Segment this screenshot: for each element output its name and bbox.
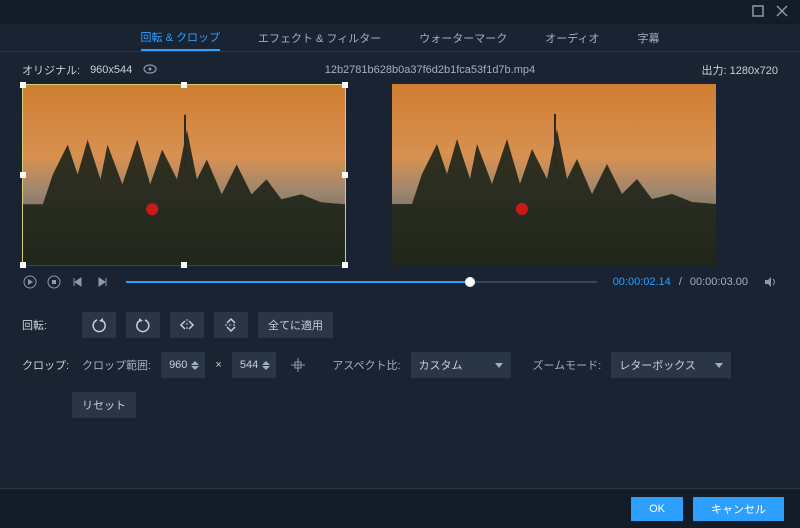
original-size: 960x544 — [90, 64, 132, 76]
close-icon[interactable] — [776, 5, 788, 20]
crop-preview[interactable] — [22, 84, 346, 266]
cancel-button[interactable]: キャンセル — [693, 497, 784, 521]
height-up[interactable] — [262, 361, 270, 365]
aspect-select[interactable]: カスタム — [411, 352, 511, 378]
time-current: 00:00:02.14 — [613, 276, 671, 288]
time-sep: / — [679, 276, 682, 288]
width-up[interactable] — [191, 361, 199, 365]
apply-all-button[interactable]: 全てに適用 — [258, 312, 333, 338]
zoom-value: レターボックス — [619, 357, 696, 373]
filename: 12b2781b628b0a37f6d2b1fca53f1d7b.mp4 — [325, 64, 535, 76]
zoom-label: ズームモード: — [533, 357, 602, 373]
reset-button[interactable]: リセット — [72, 392, 136, 418]
eye-icon[interactable] — [142, 63, 158, 78]
tab-rotate-crop[interactable]: 回転 & クロップ — [141, 24, 220, 51]
crop-sep: × — [215, 359, 221, 371]
output-preview — [392, 84, 716, 266]
crop-height-input[interactable]: 544 — [232, 352, 276, 378]
height-down[interactable] — [262, 366, 270, 370]
rotate-right-button[interactable] — [126, 312, 160, 338]
tab-audio[interactable]: オーディオ — [545, 24, 599, 51]
crop-position-icon[interactable] — [286, 353, 310, 377]
rotate-left-button[interactable] — [82, 312, 116, 338]
output-size: 1280x720 — [730, 65, 778, 77]
crop-width-input[interactable]: 960 — [161, 352, 205, 378]
maximize-icon[interactable] — [752, 5, 764, 20]
crop-label: クロップ: — [22, 357, 72, 373]
time-total: 00:00:03.00 — [690, 276, 748, 288]
crop-width-value: 960 — [169, 359, 187, 371]
crop-height-value: 544 — [240, 359, 258, 371]
ok-button[interactable]: OK — [631, 497, 683, 521]
aspect-label: アスペクト比: — [332, 357, 400, 373]
flip-horizontal-button[interactable] — [170, 312, 204, 338]
original-label: オリジナル: — [22, 62, 80, 78]
stop-button[interactable] — [46, 274, 62, 290]
width-down[interactable] — [191, 366, 199, 370]
tab-watermark[interactable]: ウォーターマーク — [419, 24, 507, 51]
output-label: 出力: — [702, 65, 727, 77]
zoom-select[interactable]: レターボックス — [611, 352, 731, 378]
aspect-value: カスタム — [419, 357, 463, 373]
tab-subtitle[interactable]: 字幕 — [637, 24, 659, 51]
play-button[interactable] — [22, 274, 38, 290]
rotate-label: 回転: — [22, 317, 72, 333]
tab-effect-filter[interactable]: エフェクト & フィルター — [258, 24, 381, 51]
volume-icon[interactable] — [762, 274, 778, 290]
playback-slider[interactable] — [126, 281, 597, 283]
crop-range-label: クロップ範囲: — [82, 357, 151, 373]
prev-frame-button[interactable] — [70, 274, 86, 290]
flip-vertical-button[interactable] — [214, 312, 248, 338]
next-frame-button[interactable] — [94, 274, 110, 290]
